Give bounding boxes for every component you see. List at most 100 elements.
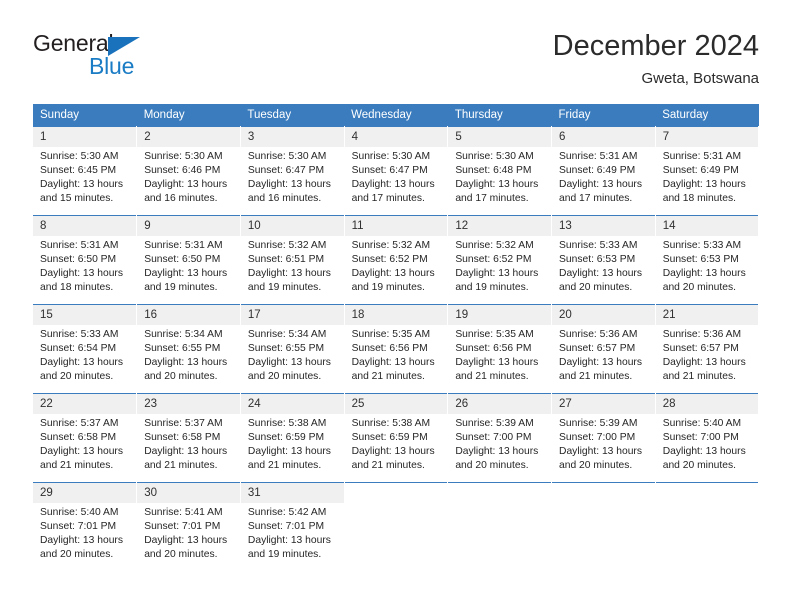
calendar-day-cell[interactable]: 5 Sunrise: 5:30 AM Sunset: 6:48 PM Daylight… — [447, 126, 553, 216]
calendar-day-cell[interactable]: 21 Sunrise: 5:36 AM Sunset: 6:57 PM Dayligh… — [655, 304, 760, 394]
day-details: Sunrise: 5:42 AM Sunset: 7:01 PM Daylight:… — [241, 503, 344, 562]
day-number: 23 — [137, 394, 240, 414]
day-number: 19 — [448, 305, 552, 325]
page-header: General Blue December 2024 Gweta, Botswa… — [33, 0, 759, 104]
calendar-day-cell[interactable]: 8 Sunrise: 5:31 AM Sunset: 6:50 PM Daylight… — [33, 215, 138, 305]
day-number: 18 — [344, 305, 448, 325]
day-number: 26 — [448, 394, 552, 414]
sunset-text: Sunset: 6:48 PM — [455, 164, 532, 176]
daylight-text-line1: Daylight: 13 hours — [455, 267, 539, 279]
calendar-day-cell[interactable]: 19 Sunrise: 5:35 AM Sunset: 6:56 PM Dayligh… — [447, 304, 553, 394]
daylight-text-line2: and 21 minutes. — [455, 370, 529, 382]
daylight-text-line2: and 18 minutes. — [662, 192, 736, 204]
calendar-day-cell[interactable]: 16 Sunrise: 5:34 AM Sunset: 6:55 PM Dayligh… — [136, 304, 241, 394]
calendar-day-cell[interactable]: 30 Sunrise: 5:41 AM Sunset: 7:01 PM Dayligh… — [136, 482, 241, 571]
calendar-day-cell[interactable]: 18 Sunrise: 5:35 AM Sunset: 6:56 PM Dayligh… — [344, 304, 449, 394]
day-number — [552, 483, 655, 503]
calendar-day-cell[interactable]: 2 Sunrise: 5:30 AM Sunset: 6:46 PM Daylight… — [136, 126, 241, 216]
daylight-text-line2: and 21 minutes. — [559, 370, 633, 382]
daylight-text-line1: Daylight: 13 hours — [144, 267, 228, 279]
daylight-text-line1: Daylight: 13 hours — [351, 445, 435, 457]
calendar-day-cell[interactable]: 17 Sunrise: 5:34 AM Sunset: 6:55 PM Dayligh… — [240, 304, 345, 394]
daylight-text-line2: and 20 minutes. — [559, 459, 633, 471]
daylight-text-line2: and 17 minutes. — [455, 192, 529, 204]
calendar-day-cell[interactable]: 1 Sunrise: 5:30 AM Sunset: 6:45 PM Daylight… — [33, 126, 138, 216]
day-number: 4 — [344, 127, 448, 147]
generalblue-logo[interactable]: General Blue — [33, 30, 263, 86]
calendar-day-cell[interactable]: 29 Sunrise: 5:40 AM Sunset: 7:01 PM Dayligh… — [33, 482, 138, 571]
day-details: Sunrise: 5:38 AM Sunset: 6:59 PM Daylight:… — [241, 414, 344, 473]
calendar-day-cell[interactable]: 6 Sunrise: 5:31 AM Sunset: 6:49 PM Daylight… — [551, 126, 656, 216]
calendar-day-cell[interactable]: 28 Sunrise: 5:40 AM Sunset: 7:00 PM Dayligh… — [655, 393, 760, 483]
daylight-text-line2: and 20 minutes. — [662, 459, 736, 471]
daylight-text-line1: Daylight: 13 hours — [351, 267, 435, 279]
day-details: Sunrise: 5:30 AM Sunset: 6:48 PM Daylight:… — [448, 147, 551, 206]
calendar-day-cell[interactable]: 15 Sunrise: 5:33 AM Sunset: 6:54 PM Dayligh… — [33, 304, 138, 394]
sunrise-text: Sunrise: 5:39 AM — [455, 418, 534, 429]
calendar-day-cell[interactable]: 11 Sunrise: 5:32 AM Sunset: 6:52 PM Dayligh… — [344, 215, 449, 305]
daylight-text-line2: and 16 minutes. — [247, 192, 322, 204]
calendar-day-cell[interactable]: 20 Sunrise: 5:36 AM Sunset: 6:57 PM Dayligh… — [551, 304, 656, 394]
day-number: 13 — [552, 216, 655, 236]
calendar-day-cell[interactable]: 9 Sunrise: 5:31 AM Sunset: 6:50 PM Daylight… — [136, 215, 241, 305]
calendar-day-cell[interactable]: 10 Sunrise: 5:32 AM Sunset: 6:51 PM Dayligh… — [240, 215, 345, 305]
weekday-header-thursday: Thursday — [447, 104, 552, 127]
daylight-text-line2: and 20 minutes. — [455, 459, 529, 471]
calendar-day-cell[interactable]: 13 Sunrise: 5:33 AM Sunset: 6:53 PM Dayligh… — [551, 215, 656, 305]
day-number: 22 — [33, 394, 137, 414]
sunset-text: Sunset: 6:56 PM — [351, 342, 428, 354]
weekday-header-friday: Friday — [551, 104, 656, 127]
sunrise-text: Sunrise: 5:37 AM — [40, 418, 119, 429]
sunrise-text: Sunrise: 5:34 AM — [247, 329, 327, 340]
day-details: Sunrise: 5:37 AM Sunset: 6:58 PM Daylight:… — [137, 414, 240, 473]
day-number: 2 — [137, 127, 240, 147]
calendar-day-cell[interactable]: 3 Sunrise: 5:30 AM Sunset: 6:47 PM Daylight… — [240, 126, 345, 216]
sunset-text: Sunset: 6:54 PM — [40, 342, 117, 354]
sunrise-text: Sunrise: 5:40 AM — [662, 418, 742, 429]
sunrise-text: Sunrise: 5:37 AM — [144, 418, 223, 429]
calendar-day-cell[interactable]: 7 Sunrise: 5:31 AM Sunset: 6:49 PM Daylight… — [655, 126, 760, 216]
daylight-text-line2: and 19 minutes. — [247, 548, 322, 560]
sunset-text: Sunset: 6:57 PM — [559, 342, 636, 354]
calendar-day-cell[interactable]: 25 Sunrise: 5:38 AM Sunset: 6:59 PM Dayligh… — [344, 393, 449, 483]
day-number: 8 — [33, 216, 137, 236]
sunrise-text: Sunrise: 5:30 AM — [351, 151, 431, 162]
calendar-day-cell[interactable]: 12 Sunrise: 5:32 AM Sunset: 6:52 PM Dayligh… — [447, 215, 553, 305]
daylight-text-line1: Daylight: 13 hours — [40, 267, 123, 279]
daylight-text-line2: and 20 minutes. — [559, 281, 633, 293]
logo-text-blue: Blue — [89, 53, 135, 79]
daylight-text-line2: and 21 minutes. — [40, 459, 114, 471]
sunset-text: Sunset: 6:49 PM — [559, 164, 636, 176]
day-details: Sunrise: 5:37 AM Sunset: 6:58 PM Daylight:… — [33, 414, 136, 473]
daylight-text-line2: and 20 minutes. — [662, 281, 736, 293]
day-details: Sunrise: 5:30 AM Sunset: 6:46 PM Daylight:… — [137, 147, 240, 206]
calendar-day-cell[interactable]: 23 Sunrise: 5:37 AM Sunset: 6:58 PM Dayligh… — [136, 393, 241, 483]
weekday-header-tuesday: Tuesday — [240, 104, 345, 127]
day-number: 28 — [655, 394, 759, 414]
sunrise-text: Sunrise: 5:32 AM — [455, 240, 534, 251]
calendar-day-cell[interactable]: 14 Sunrise: 5:33 AM Sunset: 6:53 PM Dayligh… — [655, 215, 760, 305]
calendar-day-cell[interactable]: 27 Sunrise: 5:39 AM Sunset: 7:00 PM Dayligh… — [551, 393, 656, 483]
sunrise-text: Sunrise: 5:30 AM — [144, 151, 223, 162]
sunrise-text: Sunrise: 5:42 AM — [247, 507, 327, 518]
sunrise-text: Sunrise: 5:38 AM — [351, 418, 431, 429]
page-title: December 2024 — [552, 30, 759, 62]
calendar-day-cell[interactable]: 22 Sunrise: 5:37 AM Sunset: 6:58 PM Dayligh… — [33, 393, 138, 483]
day-number: 6 — [552, 127, 655, 147]
calendar-week-row: 22 Sunrise: 5:37 AM Sunset: 6:58 PM Dayligh… — [33, 393, 760, 483]
sunrise-text: Sunrise: 5:34 AM — [144, 329, 223, 340]
sunrise-text: Sunrise: 5:32 AM — [247, 240, 327, 251]
sunset-text: Sunset: 6:52 PM — [351, 253, 428, 265]
calendar-day-cell[interactable]: 26 Sunrise: 5:39 AM Sunset: 7:00 PM Dayligh… — [447, 393, 553, 483]
calendar-day-cell[interactable]: 4 Sunrise: 5:30 AM Sunset: 6:47 PM Daylight… — [344, 126, 449, 216]
daylight-text-line1: Daylight: 13 hours — [662, 445, 746, 457]
daylight-text-line1: Daylight: 13 hours — [144, 445, 228, 457]
calendar-empty-cell — [344, 482, 449, 571]
daylight-text-line2: and 21 minutes. — [351, 459, 425, 471]
calendar-day-cell[interactable]: 31 Sunrise: 5:42 AM Sunset: 7:01 PM Dayligh… — [240, 482, 345, 571]
day-details: Sunrise: 5:35 AM Sunset: 6:56 PM Daylight:… — [448, 325, 551, 384]
logo-top-row: General — [33, 30, 263, 56]
calendar-day-cell[interactable]: 24 Sunrise: 5:38 AM Sunset: 6:59 PM Dayligh… — [240, 393, 345, 483]
weekday-header-monday: Monday — [136, 104, 241, 127]
sunset-text: Sunset: 7:00 PM — [662, 431, 739, 443]
